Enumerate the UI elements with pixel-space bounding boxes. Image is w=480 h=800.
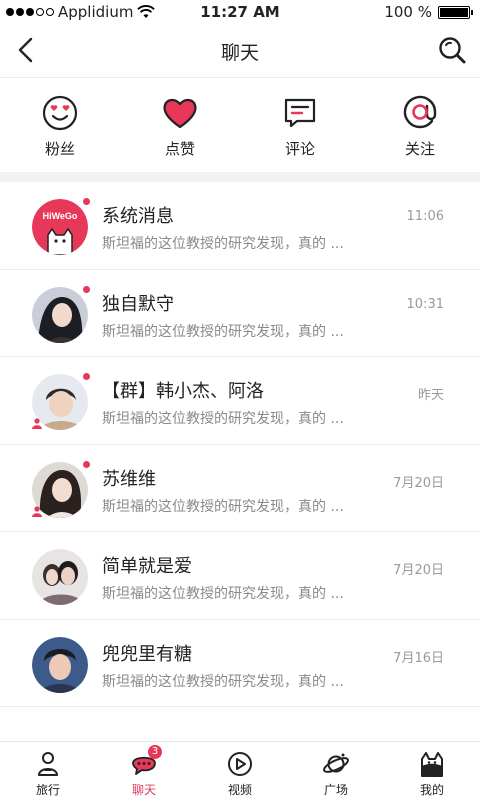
chat-list: HiWeGo 系统消息 斯坦福的这位教授的研究发现，真的 ... 11:06 独…	[0, 182, 480, 707]
chat-row[interactable]: 苏维维 斯坦福的这位教授的研究发现，真的 ... 7月20日	[0, 445, 480, 532]
tab-label: 广场	[323, 783, 348, 797]
system-avatar-logo: HiWeGo	[43, 211, 78, 221]
quick-action-fans[interactable]: 粉丝	[0, 78, 120, 172]
back-arrow-icon[interactable]	[12, 34, 42, 66]
quick-action-label: 关注	[404, 140, 435, 158]
chat-row[interactable]: 简单就是爱 斯坦福的这位教授的研究发现，真的 ... 7月20日	[0, 532, 480, 620]
chat-time: 7月20日	[393, 475, 444, 491]
tab-bar: 旅行 3 聊天 视频 广场 我的	[0, 741, 480, 800]
chat-preview: 斯坦福的这位教授的研究发现，真的 ...	[102, 411, 344, 427]
chat-row[interactable]: 【群】韩小杰、阿洛 斯坦福的这位教授的研究发现，真的 ... 昨天	[0, 357, 480, 445]
status-bar: Applidium 11:27 AM 100 %	[0, 0, 480, 24]
unread-dot	[83, 460, 90, 468]
chat-time: 7月16日	[393, 650, 444, 666]
chat-name: 【群】韩小杰、阿洛	[102, 381, 264, 402]
play-icon	[228, 752, 252, 776]
section-divider	[0, 172, 480, 182]
avatar	[32, 286, 88, 343]
group-icon	[32, 505, 42, 517]
chat-preview: 斯坦福的这位教授的研究发现，真的 ...	[102, 236, 344, 252]
search-icon[interactable]	[436, 34, 468, 66]
chat-name: 独自默守	[102, 293, 174, 315]
quick-action-comments[interactable]: 评论	[240, 78, 360, 172]
chat-name: 系统消息	[102, 206, 174, 227]
chat-preview: 斯坦福的这位教授的研究发现，真的 ...	[102, 498, 344, 515]
quick-action-follow[interactable]: 关注	[360, 78, 480, 172]
tab-label: 视频	[227, 783, 252, 797]
chat-name: 兜兜里有糖	[102, 643, 192, 665]
chat-name: 苏维维	[102, 468, 156, 490]
battery-percent: 100 %	[384, 3, 432, 21]
quick-action-label: 评论	[284, 140, 315, 158]
status-right: 100 %	[384, 3, 473, 21]
chat-preview: 斯坦福的这位教授的研究发现，真的 ...	[102, 673, 344, 690]
chat-row[interactable]: HiWeGo 系统消息 斯坦福的这位教授的研究发现，真的 ... 11:06	[0, 182, 480, 270]
chat-time: 7月20日	[393, 563, 444, 578]
battery-icon	[438, 5, 473, 19]
chat-time: 昨天	[417, 388, 444, 403]
chat-row[interactable]: 兜兜里有糖 斯坦福的这位教授的研究发现，真的 ... 7月16日	[0, 620, 480, 707]
page-title: 聊天	[220, 42, 259, 64]
quick-actions: 粉丝 点赞 评论 关注	[0, 78, 480, 172]
at-icon	[403, 95, 437, 129]
chat-name: 简单就是爱	[102, 556, 192, 577]
tab-square[interactable]: 广场	[288, 742, 384, 800]
comment-icon	[284, 98, 316, 128]
chat-time: 10:31	[406, 296, 444, 312]
group-icon	[32, 418, 42, 429]
tab-travel[interactable]: 旅行	[0, 742, 96, 800]
tab-label: 聊天	[131, 783, 156, 797]
quick-action-likes[interactable]: 点赞	[120, 78, 240, 172]
unread-dot	[83, 285, 90, 293]
tab-label: 我的	[419, 783, 444, 797]
tab-chat[interactable]: 3 聊天	[96, 742, 192, 800]
quick-action-label: 点赞	[164, 140, 195, 158]
avatar	[32, 549, 88, 605]
avatar	[32, 636, 88, 693]
heart-icon	[163, 98, 197, 129]
heart-eyes-face-icon	[42, 95, 78, 131]
unread-dot	[83, 198, 90, 205]
unread-dot	[83, 373, 90, 380]
traveler-icon	[38, 752, 58, 776]
planet-icon	[323, 753, 349, 773]
system-avatar: HiWeGo	[32, 199, 88, 255]
unread-count-badge: 3	[148, 745, 162, 759]
tab-label: 旅行	[35, 783, 60, 797]
chat-preview: 斯坦福的这位教授的研究发现，真的 ...	[102, 586, 344, 602]
cat-face-icon	[421, 752, 443, 777]
nav-bar: 聊天	[0, 24, 480, 78]
tab-mine[interactable]: 我的	[384, 742, 480, 800]
chat-preview: 斯坦福的这位教授的研究发现，真的 ...	[102, 323, 344, 340]
tab-video[interactable]: 视频	[192, 742, 288, 800]
chat-row[interactable]: 独自默守 斯坦福的这位教授的研究发现，真的 ... 10:31	[0, 270, 480, 357]
chat-time: 11:06	[406, 209, 444, 224]
quick-action-label: 粉丝	[44, 140, 75, 158]
